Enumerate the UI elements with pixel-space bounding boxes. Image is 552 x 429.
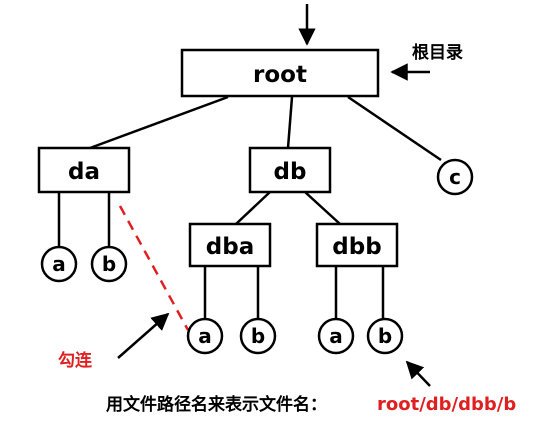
node-root-label: root — [253, 62, 307, 88]
node-da-a-label: a — [52, 252, 66, 276]
edge-root-da — [89, 95, 229, 150]
node-da: da — [37, 146, 131, 194]
node-c-label: c — [449, 165, 461, 189]
node-dba-b: b — [239, 317, 277, 355]
node-root: root — [180, 48, 380, 98]
node-dba-a-label: a — [198, 324, 212, 348]
node-dba-b-label: b — [251, 324, 265, 348]
node-da-b: b — [90, 245, 128, 283]
root-dir-label: 根目录 — [412, 42, 463, 63]
edge-root-c — [347, 95, 442, 162]
node-db: db — [248, 146, 332, 194]
node-db-label: db — [274, 159, 307, 185]
edge-root-db — [286, 96, 294, 149]
file-tree-diagram: root da db c dba dbb a b a b a b 根目录 勾连 … — [37, 4, 516, 415]
node-dbb-a: a — [317, 317, 355, 355]
edge-db-dbb — [304, 191, 341, 225]
node-dbb-label: dbb — [332, 234, 381, 260]
node-dbb-b-label: b — [378, 324, 392, 348]
node-da-b-label: b — [102, 252, 116, 276]
node-c: c — [436, 158, 474, 196]
node-dbb-a-label: a — [329, 324, 343, 348]
node-dba-a: a — [186, 317, 224, 355]
path-caption: 用文件路径名来表示文件名： — [106, 394, 327, 415]
node-dbb-b: b — [366, 317, 404, 355]
node-dba-label: dba — [206, 234, 254, 260]
hook-link-label: 勾连 — [58, 350, 93, 371]
node-da-a: a — [40, 245, 78, 283]
path-value: root/db/dbb/b — [377, 394, 516, 415]
link-dashed-line — [118, 205, 190, 331]
path-target-arrow — [405, 360, 431, 387]
link-arrow — [117, 312, 170, 359]
node-dba: dba — [188, 222, 272, 268]
node-dbb: dbb — [315, 222, 399, 268]
edge-db-dba — [235, 191, 271, 225]
node-da-label: da — [68, 159, 100, 185]
